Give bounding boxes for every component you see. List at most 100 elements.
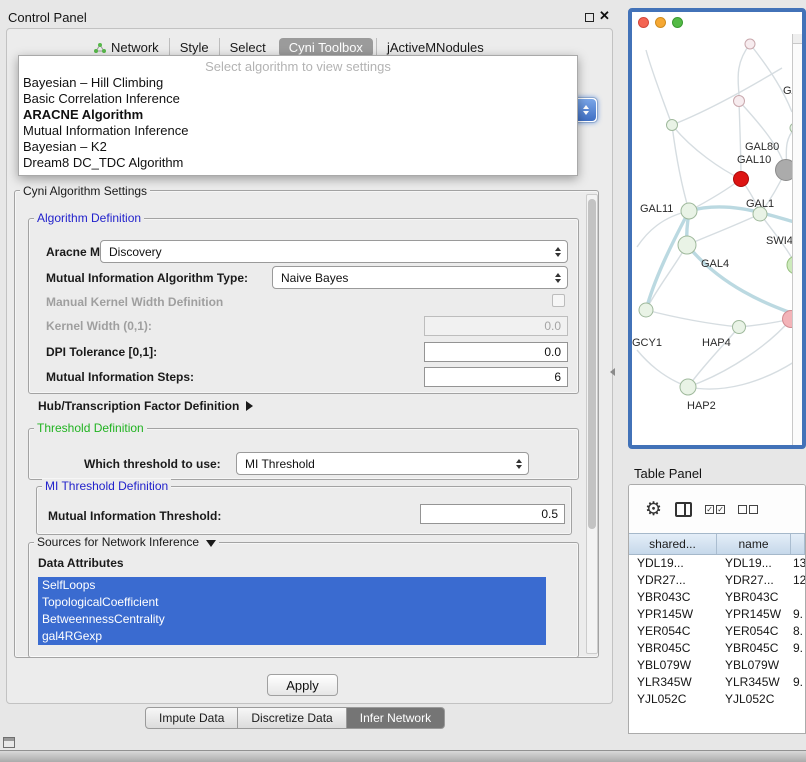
node-label[interactable]: GAL1 [746,198,774,210]
data-attributes-label: Data Attributes [38,556,124,570]
dropdown-item[interactable]: Bayesian – Hill Climbing [19,75,577,91]
column-header[interactable] [791,534,805,554]
node-label[interactable]: GAL4 [701,258,729,270]
node-label[interactable]: GCY1 [632,337,662,349]
table-panel-title: Table Panel [634,466,702,481]
cell: YJL052C [717,691,791,708]
table-row[interactable]: YDR27...YDR27...12 [629,572,805,589]
list-item[interactable]: TopologicalCoefficient [38,594,546,611]
column-view-icon[interactable] [675,502,692,517]
node-label[interactable]: GAL11 [640,203,673,215]
node-label[interactable]: GAL80 [745,141,779,153]
scrollbar-arrow-box[interactable] [793,34,802,44]
mi-steps-label: Mutual Information Steps: [46,370,194,384]
deselect-all-icon[interactable] [738,505,758,514]
network-node[interactable] [680,379,696,395]
chevron-right-icon [246,401,253,411]
table-row[interactable]: YBR045CYBR045C9. [629,640,805,657]
list-item[interactable]: BetweennessCentrality [38,611,546,628]
algorithm-definition-title: Algorithm Definition [34,211,144,225]
mi-threshold-label: Mutual Information Threshold: [48,509,221,523]
cell: YPR145W [629,606,717,623]
cell: YDL19... [717,555,791,572]
tab-discretize-data[interactable]: Discretize Data [238,707,346,729]
float-window-icon[interactable] [585,13,594,22]
window-traffic-lights [638,17,683,28]
table-row[interactable]: YER054CYER054C8. [629,623,805,640]
list-item[interactable]: gal4RGexp [38,628,546,645]
tab-impute-data[interactable]: Impute Data [145,707,238,729]
gear-icon[interactable]: ⚙ [645,500,662,519]
dpi-tolerance-field[interactable] [424,342,568,362]
sources-expander[interactable]: Sources for Network Inference [34,535,219,549]
hub-definition-expander[interactable]: Hub/Transcription Factor Definition [38,399,253,413]
zoom-traffic-light-icon[interactable] [672,17,683,28]
control-panel-title: Control Panel [8,10,87,25]
minimize-traffic-light-icon[interactable] [655,17,666,28]
mi-threshold-field[interactable] [420,504,565,524]
tab-infer-network[interactable]: Infer Network [347,707,445,729]
network-node[interactable] [678,236,696,254]
cell: YBR045C [717,640,791,657]
chevron-down-icon [206,540,216,547]
combobox-arrows-icon [576,99,596,121]
aracne-mode-combobox[interactable]: Discovery [100,240,568,263]
dropdown-item[interactable]: Mutual Information Inference [19,123,577,139]
cell: YBR043C [629,589,717,606]
settings-scrollbar[interactable] [586,194,598,654]
dropdown-item-selected[interactable]: ARACNE Algorithm [19,107,577,123]
bottom-status-bar [0,750,806,762]
cell: YBL079W [629,657,717,674]
table-row[interactable]: YPR145WYPR145W9. [629,606,805,623]
network-node[interactable] [667,120,678,131]
select-all-icon[interactable]: ✓✓ [705,505,725,514]
mi-type-combobox[interactable]: Naive Bayes [272,266,568,289]
network-node-gal10-selected[interactable] [734,172,749,187]
node-label[interactable]: HAP2 [687,400,716,412]
unchecked-box-icon [738,505,747,514]
network-node[interactable] [639,303,653,317]
list-item[interactable]: SelfLoops [38,577,546,594]
which-threshold-combobox[interactable]: MI Threshold [236,452,529,475]
kernel-width-field[interactable] [424,316,568,336]
checked-box-icon: ✓ [716,505,725,514]
dropdown-placeholder: Select algorithm to view settings [19,58,577,75]
network-node[interactable] [734,96,745,107]
column-header[interactable]: name [717,534,791,554]
table-header-row: shared... name [629,533,805,555]
node-label[interactable]: SWI4 [766,235,793,247]
mi-steps-field[interactable] [424,367,568,387]
cell: YDR27... [717,572,791,589]
node-label[interactable]: HAP4 [702,337,731,349]
table-row[interactable]: YLR345WYLR345W9. [629,674,805,691]
cell: YDL19... [629,555,717,572]
dropdown-item[interactable]: Bayesian – K2 [19,139,577,155]
table-row[interactable]: YBL079WYBL079W [629,657,805,674]
cyni-algorithm-settings-title: Cyni Algorithm Settings [20,184,150,198]
manual-kernel-label: Manual Kernel Width Definition [46,295,223,309]
column-header[interactable]: shared... [629,534,717,554]
dock-panel-icon[interactable] [3,737,15,748]
mi-type-value: Naive Bayes [281,271,549,285]
manual-kernel-checkbox[interactable] [552,294,565,307]
dropdown-item[interactable]: Basic Correlation Inference [19,91,577,107]
table-row[interactable]: YBR043CYBR043C [629,589,805,606]
data-attributes-list: SelfLoops TopologicalCoefficient Between… [38,577,546,645]
settings-scrollbar-thumb[interactable] [588,199,596,529]
close-icon[interactable]: ✕ [599,8,610,24]
dropdown-item[interactable]: Dream8 DC_TDC Algorithm [19,155,577,171]
mi-type-label: Mutual Information Algorithm Type: [46,271,248,285]
table-body: YDL19...YDL19...13 YDR27...YDR27...12 YB… [629,555,805,708]
apply-button[interactable]: Apply [267,674,338,696]
network-node[interactable] [733,321,746,334]
network-node[interactable] [745,39,755,49]
node-label[interactable]: GAL10 [737,154,771,166]
network-node[interactable] [681,203,697,219]
cell: YBR045C [629,640,717,657]
close-traffic-light-icon[interactable] [638,17,649,28]
panel-collapse-handle[interactable] [610,368,615,376]
hub-definition-label: Hub/Transcription Factor Definition [38,399,239,413]
network-scrollbar[interactable] [792,34,802,445]
table-row[interactable]: YJL052CYJL052C [629,691,805,708]
table-row[interactable]: YDL19...YDL19...13 [629,555,805,572]
